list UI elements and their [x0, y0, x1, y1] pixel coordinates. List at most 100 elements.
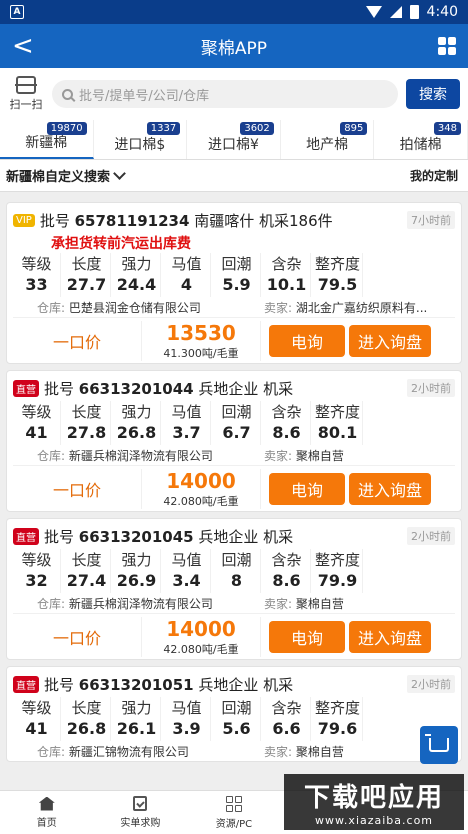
spec-value: 24.4	[116, 275, 157, 294]
price-value: 13530	[166, 320, 236, 345]
spec-value: 4	[180, 275, 193, 294]
spec-label: 等级	[21, 551, 52, 569]
nav-label: 实单求购	[120, 818, 161, 829]
spec-cell: 等级 32	[13, 549, 61, 593]
spec-cell: 整齐度 79.5	[313, 253, 364, 297]
tab-auction-reserve[interactable]: 拍储棉 348	[374, 120, 468, 159]
wifi-icon	[365, 6, 382, 18]
spec-cell: 马值 3.7	[163, 401, 211, 445]
spec-cell: 强力 26.8	[113, 401, 161, 445]
fixed-price-label: 一口价	[52, 332, 101, 352]
spec-value: 6.6	[272, 719, 301, 738]
spec-value: 8.6	[272, 423, 301, 442]
scan-button[interactable]: 扫一扫	[8, 76, 44, 112]
spec-label: 回潮	[221, 699, 252, 717]
spec-cell: 整齐度 79.9	[313, 549, 364, 593]
my-customization-link[interactable]: 我的定制	[410, 167, 458, 184]
lot-number: 批号 65781191234 南疆喀什 机采186件	[39, 211, 333, 230]
tab-import-usd[interactable]: 进口棉$ 1337	[94, 120, 188, 159]
listing-tag: 直营	[13, 675, 39, 693]
spec-label: 整齐度	[315, 551, 361, 569]
spec-cell: 整齐度 79.6	[313, 697, 364, 741]
back-icon[interactable]: <	[12, 33, 42, 59]
resources-icon	[225, 795, 242, 812]
listing-card[interactable]: 直营 批号 66313201044 兵地企业 机采 2小时前 等级 41 长度 …	[6, 370, 462, 512]
spec-label: 马值	[171, 255, 202, 273]
custom-search-dropdown[interactable]: 新疆棉自定义搜索	[6, 166, 126, 185]
spec-cell: 含杂 6.6	[263, 697, 311, 741]
listing-list[interactable]: VIP 批号 65781191234 南疆喀什 机采186件 7小时前 承担货转…	[0, 196, 468, 790]
inquiry-button[interactable]: 进入询盘	[349, 620, 431, 653]
spec-cell: 马值 3.4	[163, 549, 211, 593]
spec-cell: 含杂 8.6	[263, 549, 311, 593]
post-time: 2小时前	[407, 379, 455, 397]
nav-resources[interactable]: 资源/PC	[187, 791, 281, 834]
warehouse: 仓库: 巴楚县润金仓储有限公司	[37, 300, 201, 315]
nav-label: 首页	[36, 817, 57, 829]
spec-label: 回潮	[221, 403, 252, 421]
listing-card[interactable]: 直营 批号 66313201045 兵地企业 机采 2小时前 等级 32 长度 …	[6, 518, 462, 660]
order-icon	[133, 796, 148, 811]
listing-tag: VIP	[13, 213, 35, 227]
price-block: 13530 41.300吨/毛重	[141, 320, 261, 361]
listing-tag: 直营	[13, 527, 39, 545]
location-row: 仓库: 新疆汇锦物流有限公司 卖家: 聚棉自营	[13, 741, 455, 761]
spec-label: 等级	[21, 699, 52, 717]
inquiry-button[interactable]: 进入询盘	[349, 324, 431, 357]
tab-xinjiang[interactable]: 新疆棉 19870	[0, 120, 94, 159]
spec-label: 马值	[171, 551, 202, 569]
custom-search-label: 新疆棉自定义搜索	[6, 170, 111, 185]
tab-label: 新疆棉	[25, 135, 68, 151]
tab-label: 进口棉¥	[208, 137, 259, 153]
chevron-down-icon	[113, 166, 126, 180]
seller: 卖家: 聚棉自营	[264, 596, 344, 611]
warehouse: 仓库: 新疆兵棉润泽物流有限公司	[37, 448, 213, 463]
spec-cell: 强力 26.1	[113, 697, 161, 741]
listing-tag: 直营	[13, 379, 39, 397]
inquiry-button[interactable]: 进入询盘	[349, 472, 431, 505]
spec-value: 3.7	[172, 423, 201, 442]
spec-cell: 回潮 5.6	[213, 697, 261, 741]
call-button[interactable]: 电询	[269, 324, 345, 357]
spec-table: 等级 41 长度 26.8 强力 26.1 马值 3.9 回潮 5.6 含杂 6…	[13, 697, 455, 741]
spec-label: 马值	[171, 699, 202, 717]
tab-import-cny[interactable]: 进口棉¥ 3602	[187, 120, 281, 159]
filter-bar: 新疆棉自定义搜索 我的定制	[0, 160, 468, 192]
spec-cell: 等级 33	[13, 253, 61, 297]
spec-label: 强力	[121, 255, 152, 273]
location-row: 仓库: 新疆兵棉润泽物流有限公司 卖家: 聚棉自营	[13, 593, 455, 613]
notification-icon: A	[10, 5, 24, 19]
price-value: 14000	[166, 616, 236, 641]
search-input[interactable]: 批号/提单号/公司/仓库	[52, 80, 398, 108]
nav-purchase-orders[interactable]: 实单求购	[94, 791, 188, 834]
tab-label: 地产棉	[306, 137, 349, 153]
call-button[interactable]: 电询	[269, 620, 345, 653]
spec-cell: 含杂 8.6	[263, 401, 311, 445]
spec-label: 强力	[121, 403, 152, 421]
spec-value: 3.9	[172, 719, 201, 738]
spec-label: 整齐度	[315, 699, 361, 717]
price-unit: 41.300吨/毛重	[163, 346, 239, 360]
listing-card[interactable]: 直营 批号 66313201051 兵地企业 机采 2小时前 等级 41 长度 …	[6, 666, 462, 762]
spec-label: 含杂	[271, 403, 302, 421]
spec-value: 3.4	[172, 571, 201, 590]
spec-value: 6.7	[222, 423, 251, 442]
spec-cell: 强力 24.4	[113, 253, 161, 297]
spec-cell: 长度 27.8	[63, 401, 111, 445]
price-value: 14000	[166, 468, 236, 493]
grid-menu-icon[interactable]	[438, 37, 456, 55]
call-button[interactable]: 电询	[269, 472, 345, 505]
spec-value: 10.1	[266, 275, 307, 294]
spec-label: 长度	[71, 255, 102, 273]
spec-value: 26.1	[116, 719, 157, 738]
spec-label: 强力	[121, 699, 152, 717]
nav-home[interactable]: 首页	[0, 791, 94, 834]
seller: 卖家: 湖北金广嘉纺织原料有...	[264, 300, 428, 315]
spec-table: 等级 41 长度 27.8 强力 26.8 马值 3.7 回潮 6.7 含杂 8…	[13, 401, 455, 445]
warehouse: 仓库: 新疆汇锦物流有限公司	[37, 744, 189, 759]
tab-domestic[interactable]: 地产棉 895	[281, 120, 375, 159]
search-button[interactable]: 搜索	[406, 79, 460, 109]
listing-card[interactable]: VIP 批号 65781191234 南疆喀什 机采186件 7小时前 承担货转…	[6, 202, 462, 364]
cart-button[interactable]	[420, 726, 458, 764]
spec-label: 含杂	[271, 551, 302, 569]
